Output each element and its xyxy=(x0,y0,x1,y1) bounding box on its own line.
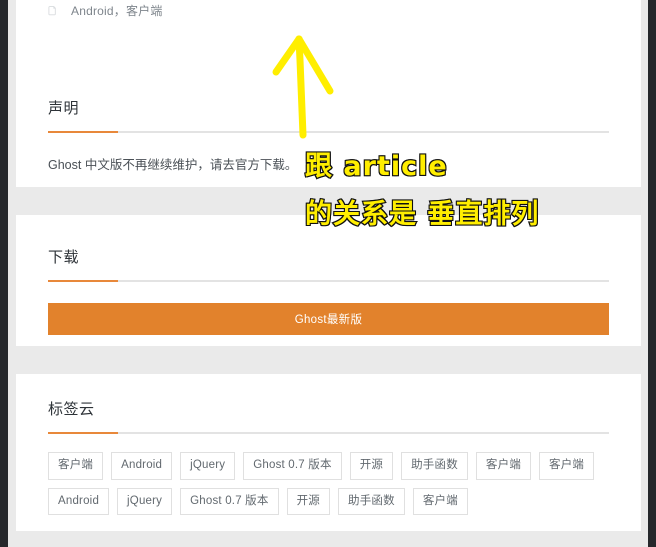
tag-chip[interactable]: 助手函数 xyxy=(401,452,468,480)
article-tags-text: Android，客户端 xyxy=(71,4,163,18)
tagcloud-card: 标签云 客户端 Android jQuery Ghost 0.7 版本 开源 助手函数 客户… xyxy=(16,374,641,531)
tag-chip[interactable]: 助手函数 xyxy=(338,487,405,515)
download-card: 下载 Ghost最新版 xyxy=(16,215,641,346)
download-heading: 下载 xyxy=(48,249,80,266)
tagcloud-tag-list: 客户端 Android jQuery Ghost 0.7 版本 开源 助手函数 客户端 客户端… xyxy=(48,452,613,515)
tag-chip[interactable]: 客户端 xyxy=(48,452,104,480)
statement-body-text: Ghost 中文版不再继续维护，请去官方下载。 xyxy=(48,158,298,172)
content-column: Android，客户端 声明 Ghost 中文版不再继续维护，请去官方下载。 下… xyxy=(8,0,648,547)
browser-left-edge xyxy=(0,0,8,547)
tag-chip[interactable]: Ghost 0.7 版本 xyxy=(243,452,342,480)
statement-heading-block: 声明 xyxy=(48,99,609,133)
browser-right-edge xyxy=(648,0,656,547)
tag-icon xyxy=(48,4,61,17)
tag-chip[interactable]: jQuery xyxy=(180,452,236,480)
tag-chip[interactable]: 客户端 xyxy=(475,452,532,480)
statement-card: 声明 Ghost 中文版不再继续维护，请去官方下载。 xyxy=(16,57,641,187)
tagcloud-heading: 标签云 xyxy=(48,401,95,418)
download-latest-button[interactable]: Ghost最新版 xyxy=(48,303,609,335)
article-tag-line[interactable]: Android，客户端 xyxy=(48,2,163,19)
tag-chip[interactable]: 开源 xyxy=(349,452,394,480)
tag-chip[interactable]: Android xyxy=(48,487,110,515)
tagcloud-heading-rule xyxy=(48,432,609,434)
tag-chip[interactable]: Ghost 0.7 版本 xyxy=(180,487,279,515)
tag-chip[interactable]: 开源 xyxy=(286,487,330,515)
tagcloud-heading-block: 标签云 xyxy=(48,400,609,434)
statement-heading: 声明 xyxy=(48,100,80,117)
tag-chip[interactable]: 客户端 xyxy=(539,452,595,480)
tag-chip[interactable]: jQuery xyxy=(117,487,173,515)
download-heading-rule xyxy=(48,280,609,282)
download-heading-block: 下载 xyxy=(48,248,609,282)
statement-heading-rule xyxy=(48,131,609,133)
tag-chip[interactable]: Android xyxy=(111,452,173,480)
tag-chip[interactable]: 客户端 xyxy=(412,487,468,515)
page-root: Android，客户端 声明 Ghost 中文版不再继续维护，请去官方下载。 下… xyxy=(0,0,656,547)
